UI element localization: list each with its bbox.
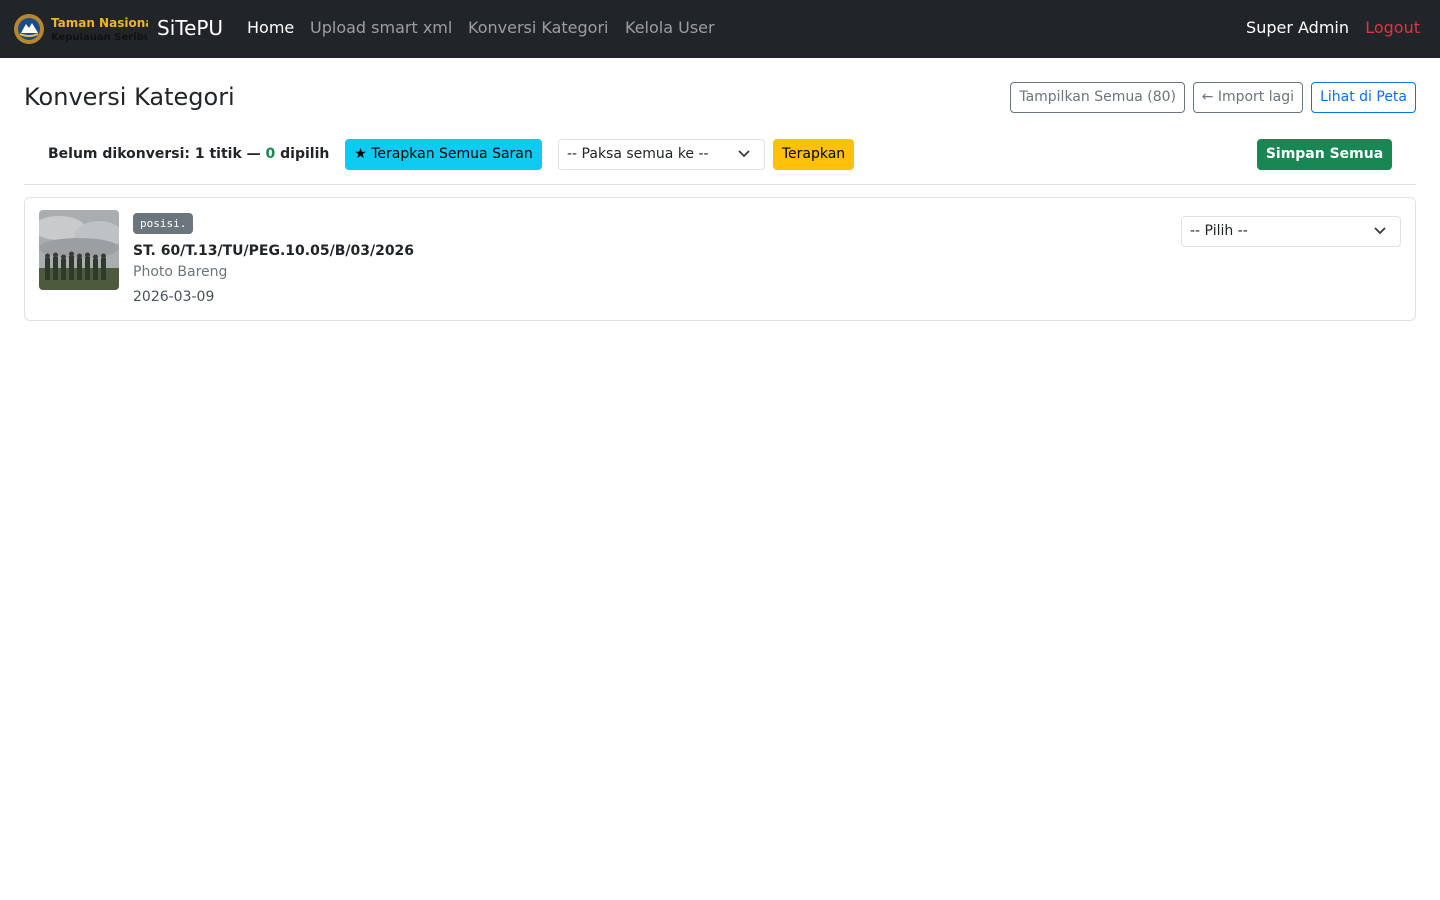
page-title: Konversi Kategori (24, 83, 235, 111)
summary-prefix: Belum dikonversi: 1 titik — (48, 146, 266, 162)
selected-count: 0 (265, 146, 276, 162)
user-name: Super Admin (1246, 18, 1349, 37)
logout-link[interactable]: Logout (1365, 18, 1420, 38)
divider (24, 184, 1416, 185)
nav-kelola-user[interactable]: Kelola User (625, 18, 715, 38)
force-all-select-value: -- Paksa semua ke -- (567, 146, 709, 162)
category-select[interactable]: -- Pilih -- (1181, 216, 1401, 247)
nav-upload-smart-xml[interactable]: Upload smart xml (310, 18, 452, 38)
nav-home[interactable]: Home (247, 18, 294, 38)
category-select-value: -- Pilih -- (1190, 223, 1248, 239)
nav-konversi-kategori[interactable]: Konversi Kategori (468, 18, 608, 38)
photo-thumbnail[interactable] (39, 210, 119, 290)
unconverted-summary: Belum dikonversi: 1 titik — 0 dipilih (48, 146, 329, 163)
import-again-button[interactable]: ← Import lagi (1192, 82, 1303, 113)
apply-button[interactable]: Terapkan (773, 139, 854, 170)
summary-suffix: dipilih (275, 146, 330, 162)
svg-text:Taman Nasional: Taman Nasional (51, 16, 148, 30)
item-description: Photo Bareng (133, 264, 228, 280)
logo-image[interactable]: Taman Nasional Kepulauan Seribu (12, 12, 148, 46)
view-map-button[interactable]: Lihat di Peta (1311, 82, 1416, 113)
chevron-down-icon (738, 150, 750, 158)
item-title: ST. 60/T.13/TU/PEG.10.05/B/03/2026 (133, 243, 415, 259)
show-all-button[interactable]: Tampilkan Semua (80) (1010, 82, 1185, 113)
chevron-down-icon (1374, 227, 1386, 235)
save-all-button[interactable]: Simpan Semua (1257, 139, 1392, 170)
brand-name[interactable]: SiTePU (157, 16, 223, 40)
svg-text:Kepulauan Seribu: Kepulauan Seribu (51, 32, 148, 43)
category-badge: posisi. (133, 213, 194, 234)
item-date: 2026-03-09 (133, 289, 215, 305)
navbar: Taman Nasional Kepulauan Seribu SiTePU H… (0, 0, 1440, 58)
apply-all-suggestions-button[interactable]: ★ Terapkan Semua Saran (345, 139, 542, 170)
list-item: posisi. ST. 60/T.13/TU/PEG.10.05/B/03/20… (24, 197, 1416, 321)
force-all-select[interactable]: -- Paksa semua ke -- (558, 139, 765, 170)
